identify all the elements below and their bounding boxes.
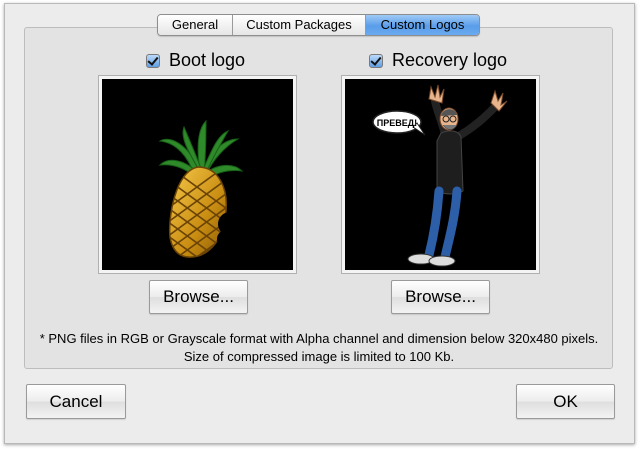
tab-bar: General Custom Packages Custom Logos xyxy=(157,14,480,36)
tab-general[interactable]: General xyxy=(158,15,233,35)
pineapple-logo-image xyxy=(158,119,244,258)
boot-logo-label: Boot logo xyxy=(169,50,246,70)
recovery-logo-option: Recovery logo xyxy=(369,50,507,71)
speech-bubble-text: ПРЕВЕД! xyxy=(377,118,417,128)
tab-custom-logos[interactable]: Custom Logos xyxy=(366,15,479,35)
recovery-logo-browse-button[interactable]: Browse... xyxy=(391,280,490,314)
cancel-button[interactable]: Cancel xyxy=(26,384,126,419)
recovery-logo-image-well[interactable]: ПРЕВЕД! xyxy=(342,76,539,273)
tab-custom-packages[interactable]: Custom Packages xyxy=(233,15,366,35)
recovery-logo-checkbox[interactable] xyxy=(369,53,383,68)
logo-format-note: * PNG files in RGB or Grayscale format w… xyxy=(39,331,599,364)
boot-logo-option: Boot logo xyxy=(146,50,245,71)
boot-logo-image-well[interactable] xyxy=(99,76,296,273)
boot-logo-checkbox[interactable] xyxy=(146,53,160,68)
recovery-logo-label: Recovery logo xyxy=(392,50,508,70)
recovery-cartoon-image: ПРЕВЕД! xyxy=(372,84,508,267)
ok-button[interactable]: OK xyxy=(516,384,615,419)
boot-logo-browse-button[interactable]: Browse... xyxy=(149,280,248,314)
